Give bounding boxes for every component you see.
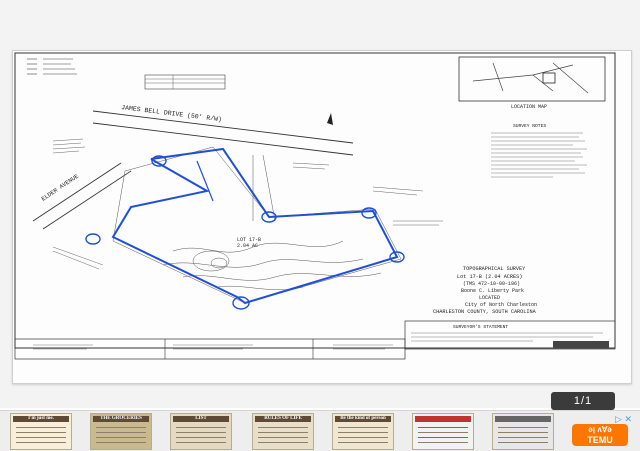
thumbnail-4[interactable]: RULES OF LIFE xyxy=(252,413,314,450)
title-line-6: City of North Charleston xyxy=(465,302,537,308)
title-line-4: Boone C. Liberty Park xyxy=(461,288,524,294)
thumbnail-5[interactable]: Be the kind of person xyxy=(332,413,394,450)
thumbnail-1[interactable]: I'm just me. xyxy=(10,413,72,450)
title-line-5: LOCATED xyxy=(479,295,500,301)
thumbnail-caption: I'm just me. xyxy=(13,416,69,422)
survey-notes-title: SURVEY NOTES xyxy=(513,123,546,129)
thumbnail-6[interactable] xyxy=(412,413,474,450)
title-line-3: (TMS 472-10-00-196) xyxy=(463,281,520,287)
thumbnail-caption: LIST xyxy=(173,416,229,422)
survey-page: LOCATION MAP SURVEY NOTES JAMES BELL DRI… xyxy=(12,50,632,384)
thumbnail-7[interactable] xyxy=(492,413,554,450)
thumbnail-caption: THE GROCERIES xyxy=(93,416,149,422)
title-line-1: TOPOGRAPHICAL SURVEY xyxy=(463,266,526,272)
survey-drawing: LOCATION MAP SURVEY NOTES JAMES BELL DRI… xyxy=(14,52,616,360)
thumbnail-caption: Be the kind of person xyxy=(335,416,391,422)
temu-ad-button[interactable]: ǝן ʌ∀ǝ TEMU xyxy=(572,424,628,446)
adchoices-icon[interactable]: ▷ ✕ xyxy=(592,414,632,424)
document-viewer: LOCATION MAP SURVEY NOTES JAMES BELL DRI… xyxy=(0,0,640,410)
thumbnail-3[interactable]: LIST xyxy=(170,413,232,450)
thumbnail-caption: RULES OF LIFE xyxy=(255,416,311,422)
title-line-2: Lot 17-B (2.04 ACRES) xyxy=(457,274,522,280)
title-line-7: CHARLESTON COUNTY, SOUTH CAROLINA xyxy=(433,309,537,315)
thumbnail-caption xyxy=(495,416,551,422)
surveyor-statement-title: SURVEYOR'S STATEMENT xyxy=(453,324,508,330)
temu-ad-line1: ǝן ʌ∀ǝ xyxy=(588,425,612,434)
lot-area: 2.04 AC xyxy=(237,243,258,249)
temu-ad-brand: TEMU xyxy=(587,435,613,445)
side-street-label: ELDER AVENUE xyxy=(40,172,80,202)
location-map-title: LOCATION MAP xyxy=(511,104,547,110)
thumbnail-caption xyxy=(415,416,471,422)
thumbnail-2[interactable]: THE GROCERIES xyxy=(90,413,152,450)
page-counter: 1/1 xyxy=(551,392,615,410)
